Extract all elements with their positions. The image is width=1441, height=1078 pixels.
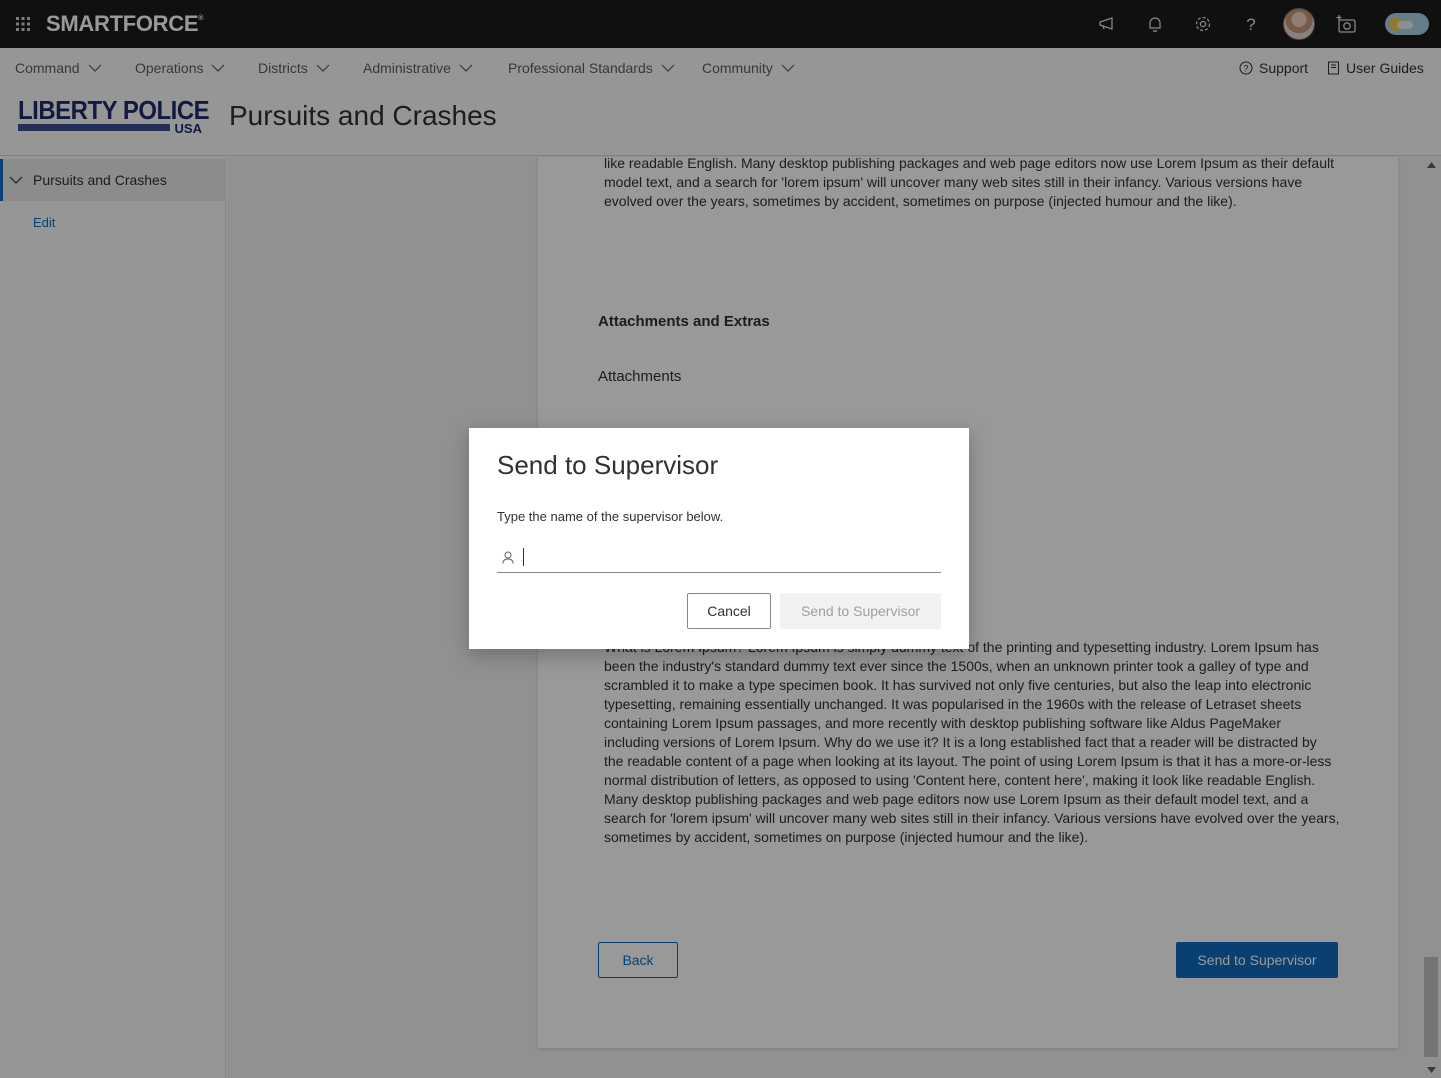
dialog-subtitle: Type the name of the supervisor below. <box>497 509 724 524</box>
person-icon <box>502 551 514 564</box>
dialog-title: Send to Supervisor <box>497 450 719 480</box>
send-to-supervisor-dialog: Send to Supervisor Type the name of the … <box>469 428 969 649</box>
supervisor-input[interactable] <box>527 546 927 568</box>
supervisor-picker[interactable] <box>497 542 941 573</box>
text-caret <box>523 548 524 566</box>
dialog-send-button[interactable]: Send to Supervisor <box>780 593 941 629</box>
cancel-button[interactable]: Cancel <box>687 593 771 629</box>
